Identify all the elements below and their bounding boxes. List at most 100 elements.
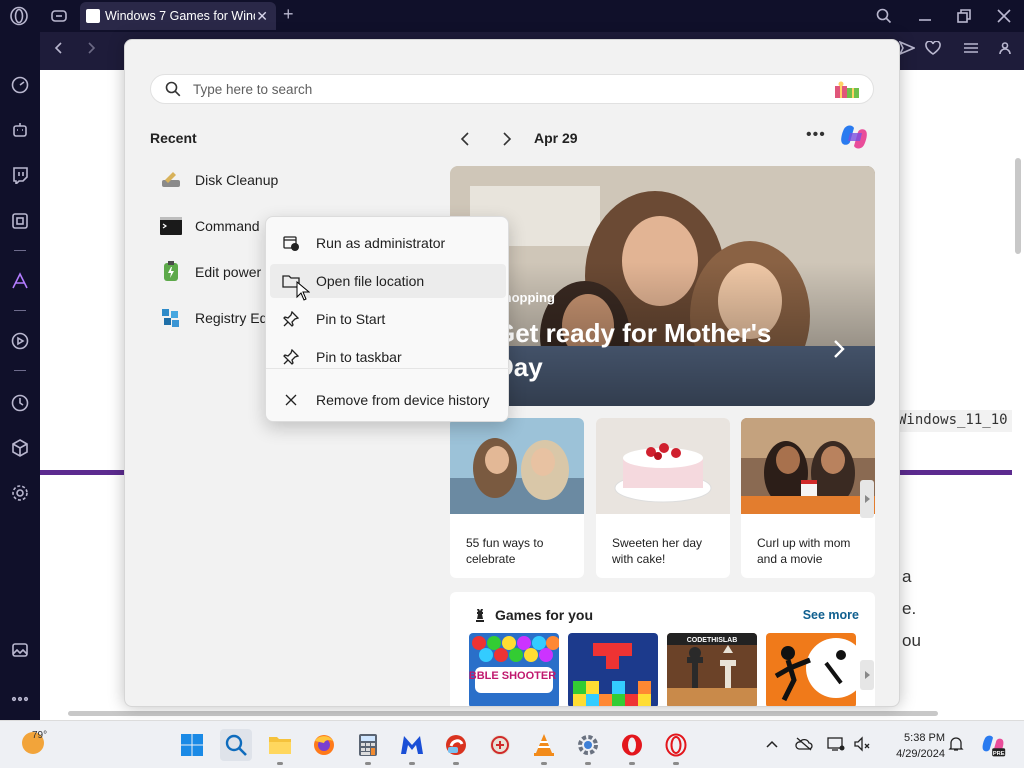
game-tile[interactable] [766,633,856,706]
admin-shield-icon [283,236,299,251]
search-placeholder: Type here to search [193,81,313,97]
taskbar-malwarebytes[interactable] [396,729,428,765]
restore-icon[interactable] [953,6,975,26]
news-card[interactable]: 55 fun ways to celebrate [450,418,584,578]
widgets-next-button[interactable] [496,129,516,149]
ai-assistant-icon[interactable] [9,119,31,141]
hero-headline: Get ready for Mother's Day [495,318,772,382]
tray-display[interactable] [826,734,846,754]
recent-item-disk-cleanup[interactable]: Disk Cleanup [159,165,278,195]
news-card[interactable]: Curl up with mom and a movie [741,418,875,578]
opera-menu-icon[interactable] [8,6,30,26]
menu-item-label: Pin to Start [316,311,386,327]
running-indicator [409,762,415,765]
chevron-right-icon [503,132,512,146]
tray-network-volume[interactable] [852,734,872,754]
easy-setup-icon[interactable] [960,38,982,58]
recent-item-command-prompt[interactable]: Command Prompt [159,211,263,241]
player-icon[interactable] [9,210,31,232]
page-text-line: a [902,567,912,586]
taskbar-copilot[interactable]: PRE [977,729,1009,761]
game-tile[interactable]: BUBBLE SHOOTER HD [469,633,559,706]
page-horizontal-scrollbar[interactable] [40,706,1012,720]
news-card[interactable]: Sweeten her day with cake! [596,418,730,578]
folder-icon [269,737,291,754]
taskbar-ccleaner[interactable] [440,729,472,765]
taskbar-opera[interactable] [616,729,648,765]
search-tabs-icon[interactable] [873,6,895,26]
games-scroll-right[interactable] [860,660,874,690]
firefox-icon [314,735,334,755]
more-options-icon[interactable]: ••• [806,126,826,144]
tab-islands-icon[interactable] [48,6,70,26]
taskbar-file-explorer[interactable] [264,729,296,765]
taskbar-search-button[interactable] [220,729,252,761]
notifications-button[interactable] [946,734,966,754]
cloud-offline-icon [795,737,813,751]
extensions-icon[interactable] [9,437,31,459]
forward-icon[interactable] [80,38,102,58]
taskbar-vlc[interactable] [528,729,560,765]
pin-to-start-item[interactable]: Pin to Start [270,302,506,336]
tab-close-icon[interactable]: ✕ [256,8,268,25]
remove-from-history-item[interactable]: Remove from device history [270,383,506,417]
copilot-icon[interactable] [838,121,870,153]
start-button[interactable] [176,729,208,761]
taskbar-settings[interactable] [572,729,604,765]
settings-gear-icon[interactable] [9,482,31,504]
twitch-icon[interactable] [9,164,31,186]
new-tab-button[interactable]: + [283,4,294,25]
block-puzzle-image [568,633,658,706]
profile-icon[interactable] [994,38,1016,58]
game-tile[interactable]: CODETHISLAB [667,633,757,706]
media-player-icon[interactable] [9,330,31,352]
see-more-link[interactable]: See more [803,608,859,622]
taskbar-clock[interactable]: 5:38 PM 4/29/2024 [885,730,945,762]
cards-scroll-right[interactable] [860,480,874,518]
gift-icon[interactable] [833,80,863,100]
hero-next-icon[interactable] [830,338,848,360]
hero-news-card[interactable]: Shopping Get ready for Mother's Day [450,166,875,406]
power-plan-icon [164,261,178,281]
stickman-fight-image [766,633,856,706]
history-icon[interactable] [9,392,31,414]
sidebar-more-icon[interactable] [9,688,31,710]
tray-cloud-offline[interactable] [794,734,814,754]
settings-gear-icon [578,735,598,755]
taskbar-app-red-circle[interactable] [484,729,516,761]
run-as-admin-item[interactable]: Run as administrator [270,226,506,260]
taskbar-firefox[interactable] [308,729,340,761]
taskbar-calculator[interactable] [352,729,384,765]
vlc-cone-icon [534,734,554,756]
gallery-icon[interactable] [9,639,31,661]
windows-logo-icon [181,734,203,756]
recent-item-edit-power-plan[interactable]: Edit power plan [159,257,263,287]
network-volume-icon [854,736,870,752]
card-caption: Sweeten her day with cake! [612,536,703,566]
page-text-line: ou [902,631,921,650]
speed-dial-icon[interactable] [9,74,31,96]
minimize-icon[interactable] [914,6,936,26]
start-search-box[interactable]: Type here to search [150,74,874,104]
game-tile[interactable] [568,633,658,706]
running-indicator [277,762,283,765]
heart-icon[interactable] [922,38,944,58]
close-window-icon[interactable] [993,6,1015,26]
taskbar-opera-gx[interactable] [660,729,692,765]
bell-icon [948,737,964,751]
scrollbar-thumb[interactable] [68,711,938,716]
running-indicator [365,762,371,765]
search-icon [225,734,247,756]
tab-active[interactable]: Windows 7 Games for Windows 11 ✕ [80,2,276,30]
card-image [596,418,730,514]
aria-icon[interactable] [9,270,31,292]
widgets-prev-button[interactable] [456,129,476,149]
back-icon[interactable] [48,38,70,58]
show-hidden-icons-button[interactable] [762,734,782,754]
running-indicator [673,762,679,765]
page-vertical-scrollbar[interactable] [1012,70,1024,706]
recent-item-label: Registry Editor [195,310,265,326]
running-indicator [629,762,635,765]
scrollbar-thumb[interactable] [1015,158,1021,254]
recent-item-registry-editor[interactable]: Registry Editor [159,303,265,333]
